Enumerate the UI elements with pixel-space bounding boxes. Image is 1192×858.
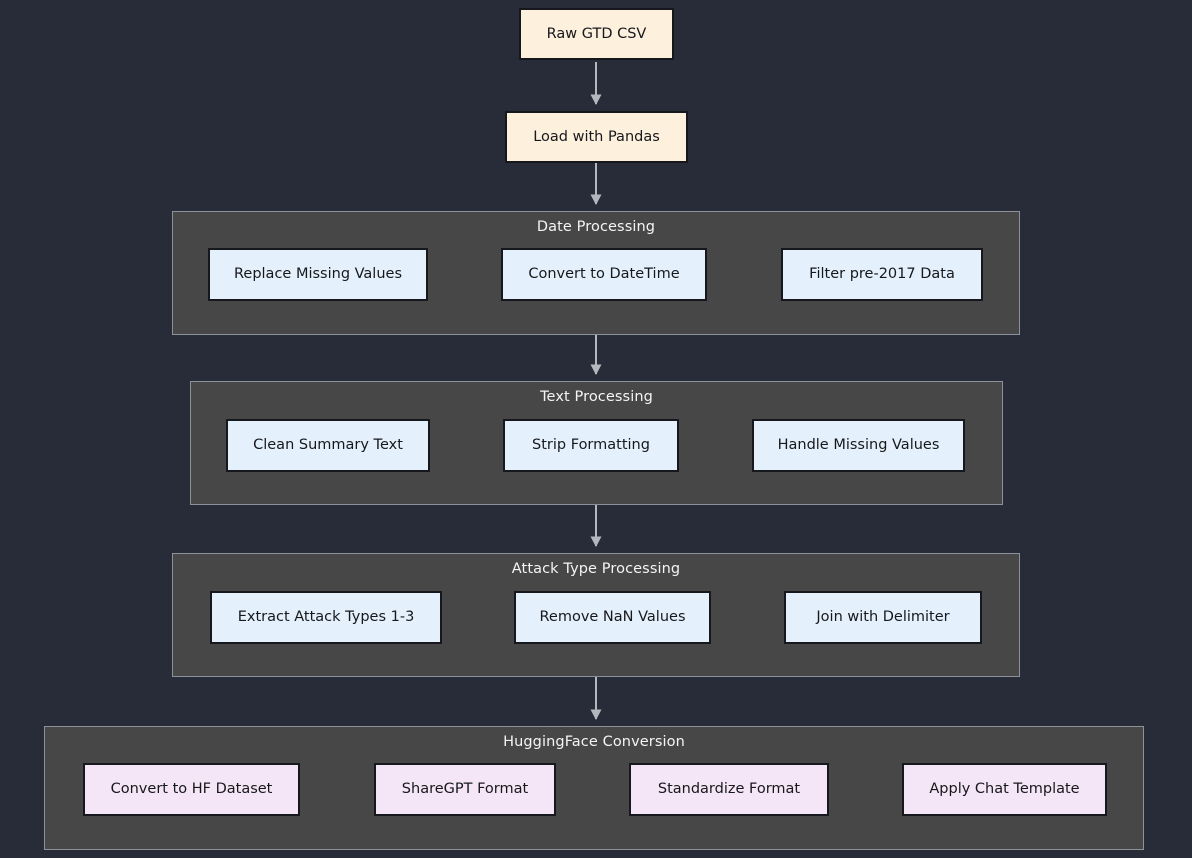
- node-label: Handle Missing Values: [777, 437, 940, 453]
- subgraph-title: Attack Type Processing: [511, 561, 681, 577]
- subgraph-title: Date Processing: [536, 219, 656, 235]
- node-load-with-pandas[interactable]: Load with Pandas: [505, 111, 688, 163]
- node-remove-nan-values[interactable]: Remove NaN Values: [514, 591, 711, 644]
- node-replace-missing-values[interactable]: Replace Missing Values: [208, 248, 428, 301]
- node-convert-to-datetime[interactable]: Convert to DateTime: [501, 248, 707, 301]
- node-raw-gtd-csv[interactable]: Raw GTD CSV: [519, 8, 674, 60]
- node-filter-pre-2017-data[interactable]: Filter pre-2017 Data: [781, 248, 983, 301]
- node-label: Filter pre-2017 Data: [809, 266, 955, 282]
- node-label: Join with Delimiter: [816, 609, 950, 625]
- node-join-with-delimiter[interactable]: Join with Delimiter: [784, 591, 982, 644]
- node-standardize-format[interactable]: Standardize Format: [629, 763, 829, 816]
- node-label: Load with Pandas: [533, 128, 660, 145]
- node-label: Apply Chat Template: [929, 781, 1080, 797]
- flowchart-canvas: Raw GTD CSV Load with Pandas Date Proces…: [0, 0, 1192, 858]
- subgraph-title: Text Processing: [540, 389, 653, 405]
- node-label: ShareGPT Format: [401, 781, 529, 797]
- node-extract-attack-types[interactable]: Extract Attack Types 1-3: [210, 591, 442, 644]
- node-label: Strip Formatting: [532, 437, 650, 453]
- node-strip-formatting[interactable]: Strip Formatting: [503, 419, 679, 472]
- node-apply-chat-template[interactable]: Apply Chat Template: [902, 763, 1107, 816]
- node-clean-summary-text[interactable]: Clean Summary Text: [226, 419, 430, 472]
- node-label: Extract Attack Types 1-3: [237, 609, 415, 625]
- node-label: Convert to DateTime: [528, 266, 680, 282]
- node-label: Standardize Format: [657, 781, 801, 797]
- node-label: Replace Missing Values: [233, 266, 403, 282]
- node-label: Clean Summary Text: [253, 437, 403, 453]
- subgraph-title: HuggingFace Conversion: [503, 734, 685, 750]
- node-sharegpt-format[interactable]: ShareGPT Format: [374, 763, 556, 816]
- node-label: Raw GTD CSV: [546, 25, 647, 42]
- node-label: Convert to HF Dataset: [110, 781, 273, 797]
- node-label: Remove NaN Values: [539, 609, 686, 625]
- node-convert-to-hf-dataset[interactable]: Convert to HF Dataset: [83, 763, 300, 816]
- node-handle-missing-values[interactable]: Handle Missing Values: [752, 419, 965, 472]
